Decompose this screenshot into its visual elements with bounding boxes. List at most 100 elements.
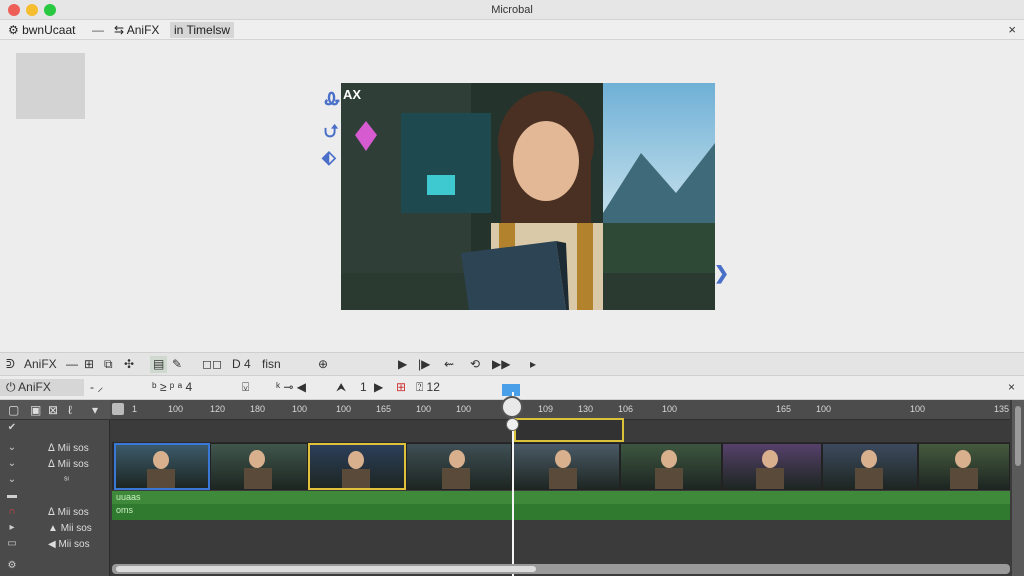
minus-icon[interactable]: — (66, 356, 78, 373)
playhead-sub-knob[interactable] (506, 418, 519, 431)
expand-icon[interactable]: ⌄ (6, 474, 18, 485)
timeline-horizontal-scrollbar[interactable] (112, 564, 1010, 574)
zoom-icon[interactable]: ⍰ 12 (416, 379, 440, 396)
track-row-toggle[interactable]: ✔ (0, 422, 110, 437)
timeline-vertical-scrollbar[interactable] (1012, 400, 1024, 576)
eye-icon[interactable]: ▢ (8, 403, 19, 417)
time-ruler[interactable]: 1 100 120 180 100 100 165 100 100 109 13… (110, 400, 1010, 420)
track-sub-label: ˢᶦ (64, 475, 69, 486)
track-row[interactable]: ▸ ▲ Mii sos (0, 522, 110, 537)
play-icon[interactable]: ▶ (398, 356, 407, 373)
clip-thumbnail[interactable] (308, 443, 406, 490)
track-row[interactable]: ⌄ ˢᶦ (0, 474, 110, 489)
clip-thumbnail[interactable] (918, 443, 1010, 490)
track-row[interactable]: ∩ ᐃ Mii sos (0, 506, 110, 521)
ruler-tick: 100 (662, 404, 678, 414)
clip-figure-body (655, 468, 683, 489)
close-icon[interactable]: × (1008, 22, 1016, 37)
frame-small-icon[interactable]: ▭ (6, 538, 18, 549)
ruler-tick: 135 (994, 404, 1010, 414)
chevron-down-icon[interactable]: ▾ (92, 403, 98, 417)
anchor-handle-icon[interactable]: ⬖ (322, 147, 336, 168)
d4-icon[interactable]: D 4 (232, 356, 251, 373)
playhead-marker-icon[interactable] (502, 384, 520, 396)
copy-icon[interactable]: ⧉ (104, 356, 113, 373)
track-row[interactable]: ▭ ◀ Mii sos (0, 538, 110, 553)
settings-icon[interactable]: ⚙ (6, 560, 18, 571)
tab-file[interactable]: ⚙ bwnUcaat (4, 22, 79, 38)
resize-handle-icon[interactable]: ❯ (714, 263, 729, 284)
clip-figure-body (549, 468, 578, 489)
ruler-tick: 100 (910, 404, 926, 414)
menu-icon: ⚙ (8, 23, 23, 37)
track-row[interactable]: ⌄ ᐃ Mii sos (0, 442, 110, 457)
track-row[interactable]: ⌄ ᐃ Mii sos (0, 458, 110, 473)
next-icon[interactable]: ▶ (374, 379, 383, 396)
clip-thumbnail[interactable] (822, 443, 918, 490)
lock-icon[interactable]: ⊠ (48, 403, 58, 417)
main-toolbar: ᕲ AniFX — ⊞ ⧉ ✣ ▤ ✎ ◻◻ D 4 fisn ⊕ ▶ |▶ ⇜… (0, 352, 1024, 376)
plus-icon[interactable]: ✣ (124, 356, 134, 373)
green-track[interactable]: uuaas (112, 491, 1010, 504)
audio-icon[interactable]: ∩ (6, 506, 18, 517)
text-field[interactable]: fisn (262, 356, 281, 373)
cursor-icon[interactable]: ⮝ (336, 379, 346, 396)
frame-icon[interactable]: ◻◻ (202, 356, 222, 373)
clip-figure (860, 450, 877, 468)
clip-figure-body (949, 468, 978, 489)
keyframe-tools-icon[interactable]: ᵇ ≥ ᵖ ᵃ 4 (152, 379, 192, 396)
toolbar-label: AniFX (24, 357, 57, 371)
clip-thumbnail[interactable] (210, 443, 308, 490)
rotate-handle-icon[interactable]: ⮍ (324, 119, 338, 149)
selection-range[interactable] (514, 418, 624, 442)
expand-icon[interactable]: ⌄ (6, 458, 18, 469)
record-icon[interactable]: ⊞ (396, 379, 406, 396)
play-small-icon[interactable]: ▸ (6, 522, 18, 533)
fast-forward-icon[interactable]: ▶▶ (492, 356, 510, 373)
expand-icon[interactable]: ⌄ (6, 442, 18, 453)
one-icon[interactable]: 1 (360, 379, 367, 396)
track-row[interactable]: ▬ (0, 490, 110, 505)
clip-thumbnail[interactable] (114, 443, 210, 490)
ruler-tick: 100 (416, 404, 432, 414)
tab-timeline[interactable]: in Timelsw (170, 22, 235, 38)
video-preview[interactable]: AX (341, 83, 715, 310)
ruler-start-icon[interactable] (112, 403, 124, 415)
playhead-knob[interactable] (501, 396, 523, 418)
marker-icon[interactable]: ⍌ (242, 379, 249, 396)
layers-icon[interactable]: ▤ (150, 356, 168, 373)
clip-figure-body (147, 469, 176, 488)
timeline-vertical-thumb[interactable] (1015, 406, 1021, 466)
scrub-icon[interactable]: ⇜ (444, 356, 454, 373)
check-icon[interactable]: ✔ (6, 422, 18, 433)
layer-icon[interactable]: ▬ (6, 490, 18, 501)
tab-anifx[interactable]: ⇆ AniFX (110, 22, 163, 38)
window-title: Microbal (491, 4, 533, 16)
clip-figure-body (442, 468, 471, 489)
thumbnail-placeholder[interactable] (16, 53, 85, 119)
clip-thumbnail[interactable] (722, 443, 822, 490)
green-track[interactable]: oms (112, 504, 1010, 520)
save-icon[interactable]: ▣ (30, 403, 41, 417)
timeline-panel-header[interactable]: ⏻ AniFX (0, 379, 84, 396)
clip-thumbnail[interactable] (620, 443, 722, 490)
green-track-label: oms (116, 505, 134, 515)
loop-icon[interactable]: ⟲ (470, 356, 480, 373)
clip-thumbnail[interactable] (406, 443, 512, 490)
timeline-close-icon[interactable]: × (1008, 379, 1015, 396)
transform-handle-icon[interactable]: Ꮂ (325, 89, 340, 110)
small-play-icon[interactable]: ▸ (530, 356, 536, 373)
target-icon[interactable]: ⊕ (318, 356, 328, 373)
timeline-scroll-thumb[interactable] (116, 566, 536, 572)
ease-icon[interactable]: ᵏ ⊸ ◀ (276, 379, 306, 396)
preview-frame-image (341, 83, 715, 310)
track-sidebar: ▢ ▣ ⊠ ℓ ▾ ✔ ⌄ ᐃ Mii sos ⌄ ᐃ Mii sos ⌄ ˢᶦ ▬ … (0, 400, 110, 576)
track-row-footer[interactable]: ⚙ (0, 560, 110, 575)
brush-icon[interactable]: ✎ (172, 356, 182, 373)
grid-icon[interactable]: ⊞ (84, 356, 94, 373)
green-track-label: uuaas (116, 492, 141, 502)
step-forward-icon[interactable]: |▶ (418, 356, 430, 373)
ruler-tick: 1 (132, 404, 138, 414)
edit-icon[interactable]: ℓ (68, 403, 72, 417)
clip-thumbnail[interactable] (512, 443, 620, 490)
